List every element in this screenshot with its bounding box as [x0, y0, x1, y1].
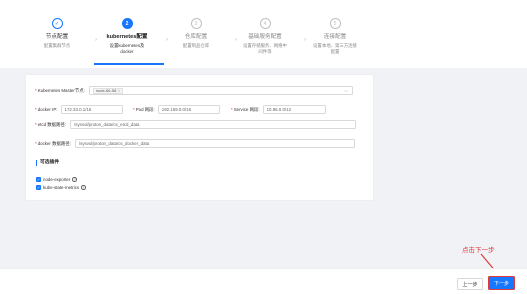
kube-state-metrics-checkbox[interactable]: ✓ kube-state-metrics ?: [36, 185, 86, 190]
next-button[interactable]: 下一步: [488, 276, 515, 290]
master-node-label: *Kubernetes Master节点:: [35, 87, 85, 93]
docker-ip-input[interactable]: 172.33.0.1/16: [60, 105, 123, 114]
step-repo-config[interactable]: 3 仓库配置 配置制品仓库: [161, 18, 231, 49]
step-number: 5: [329, 18, 341, 29]
step-title: 基础服务配置: [248, 34, 282, 40]
etcd-path-label: *etcd 数据路径:: [35, 121, 67, 127]
step-desc: 配置制品仓库: [182, 43, 210, 48]
step-desc: 配置集群节点: [43, 43, 71, 48]
docker-path-row: *docker 数据路径: /sysvol/proton_data/cs_doc…: [35, 139, 355, 148]
pod-net-label: *Pod 网段:: [133, 106, 155, 112]
service-net-row: *Service 网段: 10.96.0.0/12: [231, 105, 326, 114]
step-title: 节点配置: [45, 34, 69, 40]
checkbox-label: node-exporter: [43, 177, 71, 182]
footer-bar: [0, 268, 527, 294]
step-title: 仓库配置: [184, 34, 208, 40]
step-number: 4: [259, 18, 271, 29]
steps-header: ✓ 节点配置 配置集群节点 › 2 kubernetes配置 设置kuberne…: [0, 0, 527, 68]
etcd-path-input[interactable]: /sysvol/proton_data/cs_etcd_data: [70, 120, 357, 129]
active-step-underline: [94, 63, 164, 65]
step-title: kubernetes配置: [106, 34, 148, 40]
chevron-down-icon: ⌵: [344, 88, 348, 94]
prev-button[interactable]: 上一步: [457, 278, 483, 290]
step-connection-config[interactable]: 5 连接配置 设置本地、第三方连接配置: [300, 18, 370, 55]
help-icon[interactable]: ?: [81, 185, 86, 190]
help-icon[interactable]: ?: [72, 177, 77, 182]
close-icon[interactable]: ×: [118, 88, 120, 93]
docker-path-input[interactable]: /sysvol/proton_data/cs_docker_data: [74, 139, 355, 148]
docker-ip-label: *docker IP:: [35, 107, 58, 112]
step-desc: 设置kubernetes及docker: [109, 43, 145, 54]
step-kubernetes-config[interactable]: 2 kubernetes配置 设置kubernetes及docker: [92, 18, 162, 55]
step-desc: 设置本地、第三方连接配置: [313, 43, 357, 54]
step-desc: 设置存储服务、网络中间件等: [243, 43, 287, 54]
step-number: 2: [121, 18, 133, 29]
step-node-config[interactable]: ✓ 节点配置 配置集群节点: [22, 18, 92, 49]
etcd-path-row: *etcd 数据路径: /sysvol/proton_data/cs_etcd_…: [35, 120, 357, 129]
docker-ip-row: *docker IP: 172.33.0.1/16: [35, 105, 123, 114]
checkbox-checked-icon[interactable]: ✓: [36, 185, 41, 190]
check-icon: ✓: [51, 18, 63, 29]
master-node-row: *Kubernetes Master节点: node-66-58 × ⌵: [35, 86, 353, 95]
pod-net-input[interactable]: 192.169.0.0/16: [157, 105, 220, 114]
step-base-service-config[interactable]: 4 基础服务配置 设置存储服务、网络中间件等: [230, 18, 300, 55]
pod-net-row: *Pod 网段: 192.169.0.0/16: [133, 105, 220, 114]
service-net-label: *Service 网段:: [231, 106, 260, 112]
addons-section-title: 可选插件: [36, 160, 59, 166]
checkbox-label: kube-state-metrics: [43, 185, 80, 190]
service-net-input[interactable]: 10.96.0.0/12: [262, 105, 326, 114]
master-node-select[interactable]: node-66-58 × ⌵: [88, 86, 353, 95]
master-node-tag: node-66-58 ×: [92, 87, 124, 94]
step-title: 连接配置: [323, 34, 347, 40]
docker-path-label: *docker 数据路径:: [35, 140, 71, 146]
checkbox-checked-icon[interactable]: ✓: [36, 177, 41, 182]
node-exporter-checkbox[interactable]: ✓ node-exporter ?: [36, 177, 77, 182]
step-number: 3: [190, 18, 202, 29]
